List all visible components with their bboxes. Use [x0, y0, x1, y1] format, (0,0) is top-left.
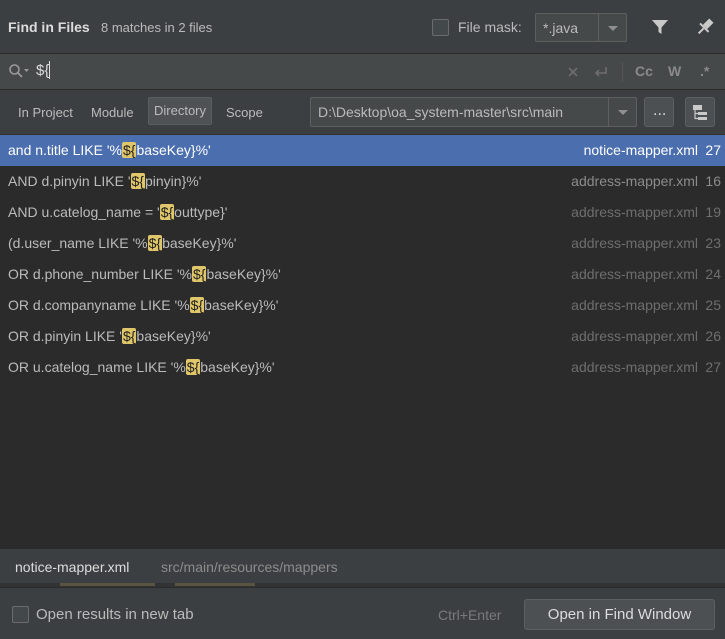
pin-icon[interactable]: [694, 16, 716, 38]
result-file: address-mapper.xml: [571, 204, 698, 220]
tab-scope[interactable]: Scope: [226, 105, 263, 120]
result-file: address-mapper.xml: [571, 328, 698, 344]
open-in-find-window-button[interactable]: Open in Find Window: [524, 599, 715, 630]
chevron-down-icon: [608, 26, 618, 31]
result-line: 27: [705, 142, 721, 158]
result-line: 25: [705, 297, 721, 313]
result-line: 23: [705, 235, 721, 251]
scope-row: In Project Module Directory Scope D:\Des…: [0, 90, 725, 134]
result-code: and n.title LIKE '%${baseKey}%': [8, 142, 211, 158]
result-line: 27: [705, 359, 721, 375]
result-file: address-mapper.xml: [571, 297, 698, 313]
result-row[interactable]: and n.title LIKE '%${baseKey}%' notice-m…: [0, 135, 725, 166]
result-line: 26: [705, 328, 721, 344]
search-input[interactable]: ${: [36, 62, 49, 79]
file-mask-dropdown-arrow[interactable]: [598, 14, 626, 41]
result-code: OR d.phone_number LIKE '%${baseKey}%': [8, 266, 281, 282]
directory-combo[interactable]: D:\Desktop\oa_system-master\src\main: [310, 97, 637, 127]
shortcut-hint: Ctrl+Enter: [438, 607, 502, 623]
match-highlight: ${: [189, 297, 205, 313]
browse-button[interactable]: ...: [644, 97, 674, 127]
result-file: address-mapper.xml: [571, 359, 698, 375]
match-highlight: ${: [185, 359, 201, 375]
chevron-down-icon: [618, 110, 628, 115]
result-code: AND u.catelog_name = '${outtype}': [8, 204, 228, 220]
search-icon[interactable]: [8, 63, 30, 79]
file-mask-combo[interactable]: *.java: [535, 13, 627, 42]
whole-words-toggle[interactable]: W: [668, 63, 681, 79]
separator: [622, 62, 623, 82]
file-mask-label: File mask:: [458, 19, 522, 35]
search-row: ${ Cc W .*: [0, 54, 725, 90]
directory-dropdown-arrow[interactable]: [608, 98, 636, 126]
match-count: 8 matches in 2 files: [101, 20, 213, 35]
dialog-footer: Open results in new tab Ctrl+Enter Open …: [0, 587, 725, 639]
preview-file-path: src/main/resources/mappers: [161, 559, 338, 575]
tab-in-project[interactable]: In Project: [18, 105, 73, 120]
result-row[interactable]: OR d.phone_number LIKE '%${baseKey}%' ad…: [0, 259, 725, 290]
text-caret: [49, 61, 50, 79]
result-line: 19: [705, 204, 721, 220]
clear-icon[interactable]: [566, 65, 580, 79]
result-code: OR d.pinyin LIKE '${baseKey}%': [8, 328, 211, 344]
browse-button-label: ...: [653, 103, 667, 119]
file-mask-value: *.java: [543, 20, 579, 36]
match-highlight: ${: [159, 204, 175, 220]
regex-toggle[interactable]: .*: [700, 63, 709, 79]
match-highlight: ${: [130, 173, 145, 189]
directory-path: D:\Desktop\oa_system-master\src\main: [318, 104, 564, 120]
new-line-icon[interactable]: [592, 64, 610, 80]
dialog-header: Find in Files 8 matches in 2 files File …: [0, 0, 725, 54]
match-highlight: ${: [121, 142, 137, 158]
tab-directory[interactable]: Directory: [148, 97, 213, 125]
open-new-tab-label[interactable]: Open results in new tab: [36, 606, 194, 623]
result-row[interactable]: AND d.pinyin LIKE '${pinyin}%' address-m…: [0, 166, 725, 197]
result-file: address-mapper.xml: [571, 173, 698, 189]
filter-icon[interactable]: [650, 18, 670, 36]
result-file: address-mapper.xml: [571, 266, 698, 282]
tab-module[interactable]: Module: [91, 105, 134, 120]
result-row[interactable]: OR d.companyname LIKE '%${baseKey}%' add…: [0, 290, 725, 321]
match-highlight: ${: [121, 328, 137, 344]
preview-marker: [60, 583, 155, 586]
folder-tree-icon: [691, 103, 709, 125]
preview-header: notice-mapper.xml src/main/resources/map…: [0, 548, 725, 586]
result-file: address-mapper.xml: [571, 235, 698, 251]
open-new-tab-checkbox[interactable]: [12, 606, 29, 623]
result-code: AND d.pinyin LIKE '${pinyin}%': [8, 173, 202, 189]
match-case-toggle[interactable]: Cc: [635, 63, 653, 79]
dialog-title: Find in Files: [8, 19, 90, 35]
preview-marker: [175, 583, 255, 586]
result-code: OR u.catelog_name LIKE '%${baseKey}%': [8, 359, 275, 375]
preview-file-name: notice-mapper.xml: [15, 559, 130, 575]
result-code: (d.user_name LIKE '%${baseKey}%': [8, 235, 237, 251]
match-highlight: ${: [192, 266, 207, 282]
result-row[interactable]: (d.user_name LIKE '%${baseKey}%' address…: [0, 228, 725, 259]
file-mask-checkbox[interactable]: [432, 19, 449, 36]
result-code: OR d.companyname LIKE '%${baseKey}%': [8, 297, 279, 313]
results-list: and n.title LIKE '%${baseKey}%' notice-m…: [0, 134, 725, 548]
result-line: 24: [705, 266, 721, 282]
recursive-toggle-button[interactable]: [685, 97, 715, 127]
match-highlight: ${: [147, 235, 163, 251]
result-line: 16: [705, 173, 721, 189]
result-file: notice-mapper.xml: [583, 142, 698, 158]
result-row[interactable]: OR u.catelog_name LIKE '%${baseKey}%' ad…: [0, 352, 725, 383]
result-row[interactable]: OR d.pinyin LIKE '${baseKey}%' address-m…: [0, 321, 725, 352]
result-row[interactable]: AND u.catelog_name = '${outtype}' addres…: [0, 197, 725, 228]
